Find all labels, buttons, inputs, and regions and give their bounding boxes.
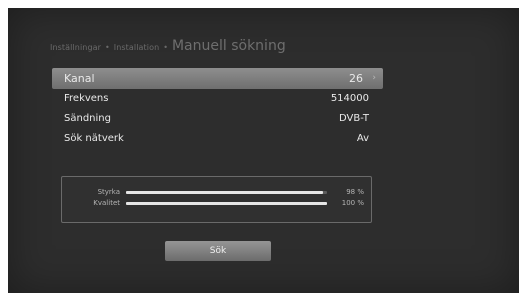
settings-menu: Kanal 26 › Frekvens 514000 Sändning DVB-… bbox=[52, 68, 383, 149]
menu-item-channel[interactable]: Kanal 26 › bbox=[52, 68, 383, 89]
signal-strength-row: Styrka 98 % bbox=[62, 187, 371, 197]
signal-quality-bar bbox=[126, 202, 327, 205]
menu-item-label: Kanal bbox=[64, 72, 95, 85]
signal-strength-value: 98 % bbox=[346, 188, 364, 196]
chevron-right-icon: › bbox=[372, 73, 376, 83]
menu-item-label: Frekvens bbox=[64, 93, 109, 104]
search-button[interactable]: Sök bbox=[165, 241, 271, 261]
breadcrumb-item-installation[interactable]: Installation bbox=[114, 43, 160, 52]
menu-item-label: Sändning bbox=[64, 113, 111, 124]
signal-quality-row: Kvalitet 100 % bbox=[62, 198, 371, 208]
menu-item-value: 26 bbox=[349, 72, 363, 85]
menu-item-label: Sök nätverk bbox=[64, 133, 124, 144]
menu-item-network-search[interactable]: Sök nätverk Av bbox=[52, 129, 383, 149]
breadcrumb: Inställningar • Installation • Manuell s… bbox=[50, 38, 286, 58]
breadcrumb-item-settings[interactable]: Inställningar bbox=[50, 43, 101, 52]
signal-panel: Styrka 98 % Kvalitet 100 % bbox=[61, 176, 372, 223]
signal-quality-fill bbox=[126, 202, 327, 205]
signal-strength-fill bbox=[126, 191, 323, 194]
breadcrumb-separator: • bbox=[163, 43, 168, 52]
signal-quality-value: 100 % bbox=[341, 199, 364, 207]
menu-item-value: DVB-T bbox=[338, 113, 369, 124]
breadcrumb-separator: • bbox=[105, 43, 110, 52]
page-title: Manuell sökning bbox=[171, 38, 286, 54]
menu-item-value: 514000 bbox=[330, 93, 369, 104]
signal-strength-bar bbox=[126, 191, 327, 194]
menu-item-frequency[interactable]: Frekvens 514000 bbox=[52, 89, 383, 109]
tv-screen: Inställningar • Installation • Manuell s… bbox=[8, 8, 519, 293]
signal-strength-label: Styrka bbox=[97, 188, 120, 196]
menu-item-broadcast[interactable]: Sändning DVB-T bbox=[52, 109, 383, 129]
menu-item-value: Av bbox=[356, 133, 369, 144]
signal-quality-label: Kvalitet bbox=[93, 199, 120, 207]
